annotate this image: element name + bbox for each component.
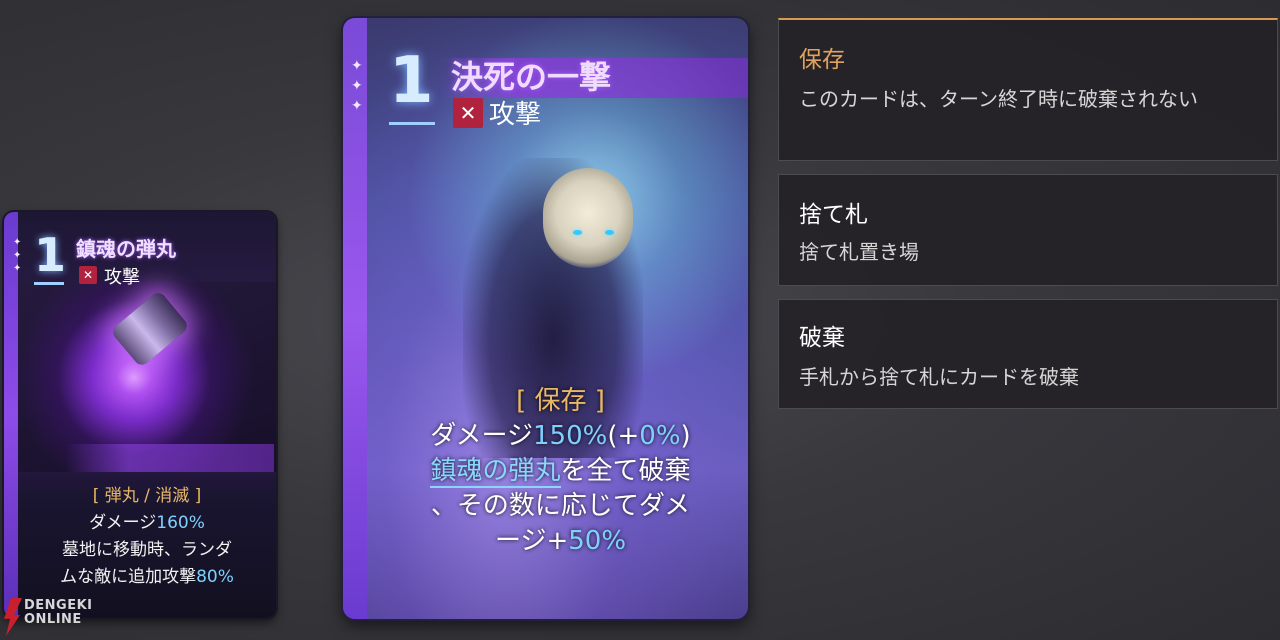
card-desperate-strike[interactable]: ✦ ✦ ✦ 1 決死の一撃 ✕ 攻撃 [ 保存 ] ダメージ150%(+0%) 鎮魂…	[343, 18, 748, 619]
card-desc-line3: ムな敵に追加攻撃80%	[18, 564, 276, 591]
cost-underline	[34, 282, 64, 285]
logo-line2: ONLINE	[24, 612, 82, 627]
keyword-box-discard: 破棄 手札から捨て札にカードを破棄	[778, 299, 1278, 409]
card-cost: 1	[34, 228, 67, 282]
bonus-value: 0%	[639, 421, 681, 451]
card-cost: 1	[389, 44, 434, 118]
per-card-value: 50%	[568, 526, 627, 556]
desc-text: ダメージ	[89, 513, 157, 533]
title-banner	[66, 444, 274, 472]
desc-text: ムな敵に追加攻撃	[60, 567, 197, 587]
keyword-description: 捨て札置き場	[799, 240, 919, 264]
logo-line1: DENGEKI	[24, 598, 93, 613]
keyword-name: 破棄	[799, 325, 845, 351]
card-reference-link[interactable]: 鎮魂の弾丸	[430, 456, 561, 488]
card-desc-line2: 鎮魂の弾丸を全て破棄	[373, 454, 748, 489]
card-keywords: [ 弾丸 / 消滅 ]	[92, 486, 202, 506]
desc-text: ージ+	[494, 526, 569, 556]
card-description: [ 弾丸 / 消滅 ] ダメージ160% 墓地に移動時、ランダ ムな敵に追加攻撃…	[18, 483, 276, 591]
card-type: 攻撃	[104, 267, 140, 288]
crossed-swords-icon: ✕	[453, 98, 483, 128]
damage-value: 150%	[533, 421, 608, 451]
desc-text: を全て破棄	[560, 456, 691, 486]
card-desc-line1: ダメージ150%(+0%)	[373, 419, 748, 454]
character-head	[543, 168, 633, 268]
card-desc-line3: 、その数に応じてダメ	[430, 491, 691, 521]
sparkle-icon: ✦ ✦ ✦	[13, 237, 22, 274]
character-eye	[573, 230, 582, 235]
desc-text: ダメージ	[430, 421, 533, 451]
crossed-swords-icon: ✕	[79, 266, 97, 284]
card-keyword: [ 保存 ]	[516, 386, 605, 416]
card-title: 決死の一撃	[451, 58, 612, 96]
desc-text: )	[680, 421, 691, 451]
sparkle-icon: ✦ ✦ ✦	[351, 58, 363, 114]
card-desc-line2: 墓地に移動時、ランダ	[62, 540, 232, 560]
card-title: 鎮魂の弾丸	[76, 237, 176, 261]
keyword-name: 捨て札	[799, 202, 868, 228]
character-eye	[605, 230, 614, 235]
card-desc-line4: ージ+50%	[373, 524, 748, 559]
keyword-name: 保存	[799, 47, 845, 73]
keyword-description: このカードは、ターン終了時に破棄されない	[799, 87, 1198, 111]
cost-underline	[389, 122, 435, 125]
damage-value: 160%	[156, 513, 205, 533]
card-desc-line1: ダメージ160%	[18, 510, 276, 537]
card-description: [ 保存 ] ダメージ150%(+0%) 鎮魂の弾丸を全て破棄 、その数に応じて…	[373, 384, 748, 559]
desc-text: (+	[607, 421, 640, 451]
keyword-box-discard-pile: 捨て札 捨て札置き場	[778, 174, 1278, 286]
keyword-box-keep: 保存 このカードは、ターン終了時に破棄されない	[778, 18, 1278, 161]
extra-attack-value: 80%	[196, 567, 234, 587]
keyword-description: 手札から捨て札にカードを破棄	[799, 365, 1079, 389]
card-type: 攻撃	[489, 100, 542, 130]
